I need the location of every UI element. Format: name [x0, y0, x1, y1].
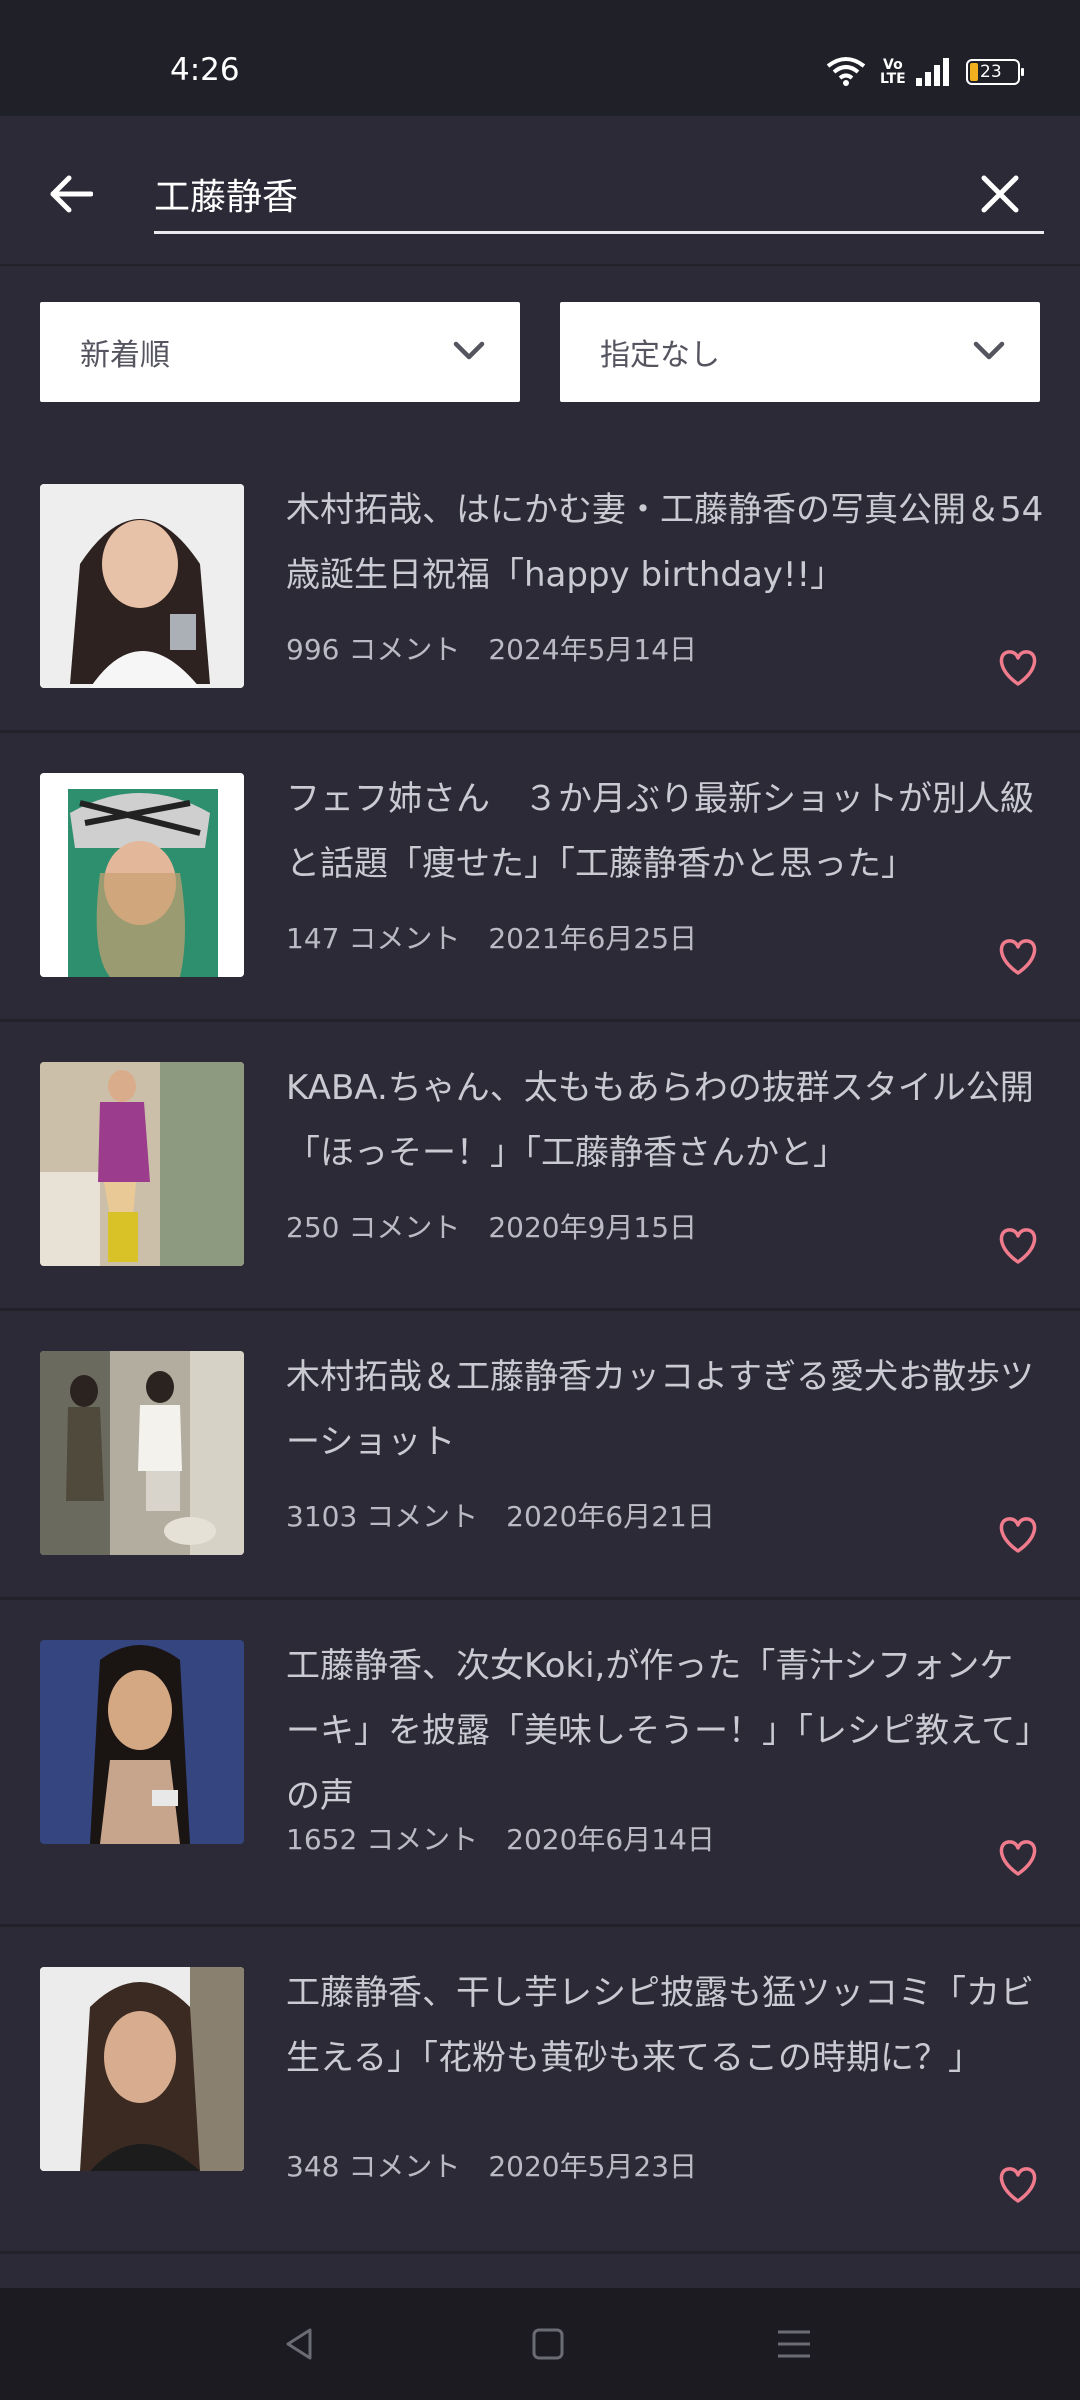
- filter-dropdown[interactable]: 指定なし: [560, 302, 1040, 402]
- heart-icon[interactable]: [996, 937, 1040, 977]
- nav-menu-icon[interactable]: [774, 2324, 814, 2364]
- search-query: 工藤静香: [154, 176, 299, 218]
- article-title: KABA.ちゃん、太ももあらわの抜群スタイル公開「ほっそー！」「工藤静香さんかと…: [286, 1068, 1034, 1173]
- search-header: 工藤静香: [0, 116, 1080, 266]
- nav-home-icon[interactable]: [528, 2324, 568, 2364]
- chevron-down-icon: [973, 341, 1005, 360]
- article-meta: 250 コメント 2020年9月15日: [286, 1211, 698, 1244]
- article-item[interactable]: KABA.ちゃん、太ももあらわの抜群スタイル公開「ほっそー！」「工藤静香さんかと…: [0, 1022, 1080, 1311]
- status-bar: 4:26 Vo LTE 23: [0, 0, 1080, 116]
- heart-icon[interactable]: [996, 1838, 1040, 1878]
- volte-icon: Vo LTE: [880, 57, 906, 87]
- article-thumbnail: [40, 1640, 244, 1844]
- article-meta: 1652 コメント 2020年6月14日: [286, 1823, 715, 1856]
- nav-back-icon[interactable]: [280, 2324, 320, 2364]
- article-meta: 147 コメント 2021年6月25日: [286, 922, 698, 955]
- back-button[interactable]: [40, 164, 100, 224]
- system-nav-bar: [0, 2288, 1080, 2400]
- wifi-icon: [826, 56, 866, 88]
- article-title: 木村拓哉＆工藤静香カッコよすぎる愛犬お散歩ツーショット: [286, 1357, 1034, 1462]
- article-item[interactable]: 木村拓哉＆工藤静香カッコよすぎる愛犬お散歩ツーショット 3103 コメント 20…: [0, 1311, 1080, 1600]
- article-thumbnail: [40, 484, 244, 688]
- article-thumbnail: [40, 773, 244, 977]
- article-list: 木村拓哉、はにかむ妻・工藤静香の写真公開＆54歳誕生日祝福「happy birt…: [0, 444, 1080, 2254]
- article-item[interactable]: 木村拓哉、はにかむ妻・工藤静香の写真公開＆54歳誕生日祝福「happy birt…: [0, 444, 1080, 733]
- heart-icon[interactable]: [996, 1226, 1040, 1266]
- arrow-left-icon: [50, 175, 93, 213]
- article-title: 工藤静香、次女Koki,が作った「青汁シフォンケーキ」を披露「美味しそうー！」「…: [286, 1646, 1033, 1816]
- clear-search-button[interactable]: [970, 164, 1030, 224]
- article-meta: 996 コメント 2024年5月14日: [286, 633, 698, 666]
- sort-dropdown[interactable]: 新着順: [40, 302, 520, 402]
- article-title: 工藤静香、干し芋レシピ披露も猛ツッコミ「カビ生える」「花粉も黄砂も来てるこの時期…: [286, 1973, 1034, 2078]
- article-thumbnail: [40, 1351, 244, 1555]
- close-icon: [981, 175, 1019, 213]
- filter-dropdown-label: 指定なし: [600, 338, 720, 373]
- status-icons: Vo LTE 23: [826, 52, 1024, 92]
- battery-level: 23: [980, 62, 1002, 82]
- signal-icon: [916, 58, 952, 86]
- article-thumbnail: [40, 1062, 244, 1266]
- chevron-down-icon: [453, 341, 485, 360]
- search-input[interactable]: 工藤静香: [154, 156, 1044, 234]
- article-title: 木村拓哉、はにかむ妻・工藤静香の写真公開＆54歳誕生日祝福「happy birt…: [286, 490, 1044, 595]
- article-title: フェフ姉さん ３か月ぶり最新ショットが別人級と話題「痩せた」「工藤静香かと思った…: [286, 779, 1034, 884]
- status-time: 4:26: [170, 52, 240, 88]
- article-meta: 3103 コメント 2020年6月21日: [286, 1500, 715, 1533]
- article-meta: 348 コメント 2020年5月23日: [286, 2150, 698, 2183]
- article-item[interactable]: フェフ姉さん ３か月ぶり最新ショットが別人級と話題「痩せた」「工藤静香かと思った…: [0, 733, 1080, 1022]
- heart-icon[interactable]: [996, 648, 1040, 688]
- article-item[interactable]: 工藤静香、次女Koki,が作った「青汁シフォンケーキ」を披露「美味しそうー！」「…: [0, 1600, 1080, 1927]
- heart-icon[interactable]: [996, 2165, 1040, 2205]
- heart-icon[interactable]: [996, 1515, 1040, 1555]
- article-item[interactable]: 工藤静香、干し芋レシピ披露も猛ツッコミ「カビ生える」「花粉も黄砂も来てるこの時期…: [0, 1927, 1080, 2254]
- article-thumbnail: [40, 1967, 244, 2171]
- sort-dropdown-label: 新着順: [80, 338, 170, 373]
- battery-icon: 23: [966, 59, 1024, 85]
